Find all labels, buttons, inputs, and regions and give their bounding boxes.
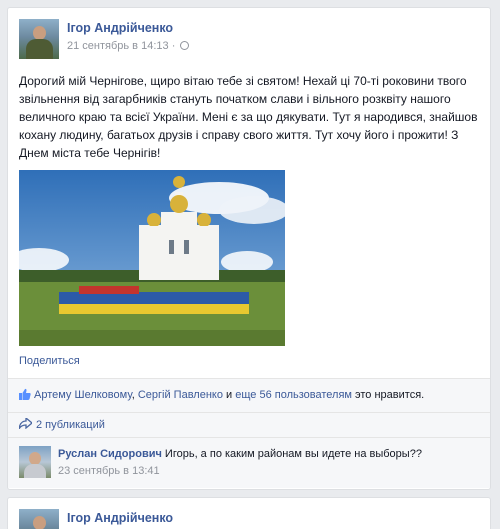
avatar-body xyxy=(26,39,53,59)
comment-item: Руслан Сидорович Игорь, а по каким район… xyxy=(8,438,490,488)
avatar-head xyxy=(33,26,46,40)
author-avatar[interactable] xyxy=(19,509,59,529)
commenter-avatar[interactable] xyxy=(19,446,51,478)
likes-suffix: это нравится. xyxy=(351,389,425,401)
shares-count: 2 публикаций xyxy=(36,419,105,431)
shares-link[interactable]: 2 публикаций xyxy=(19,418,105,431)
like-person-link[interactable]: Сергій Павленко xyxy=(138,389,223,401)
likes-summary: Артему Шелковому, Сергій Павленко и еще … xyxy=(19,388,424,401)
post-timestamp[interactable]: 21 сентябрь в 14:13 xyxy=(67,40,169,52)
author-name[interactable]: Ігор Андрійченко xyxy=(67,21,173,35)
likes-bar: Артему Шелковому, Сергій Павленко и еще … xyxy=(8,379,490,412)
post-card: Ігор Андрійченко 21 сентябрь в 14:13 · Д… xyxy=(7,7,491,490)
avatar-head xyxy=(33,516,46,529)
post-card: Ігор Андрійченко xyxy=(7,497,491,529)
thumbs-up-icon xyxy=(19,388,31,400)
like-person-link[interactable]: Артему Шелковому xyxy=(34,389,132,401)
comment-text: Игорь, а по каким районам вы идете на вы… xyxy=(161,448,422,460)
share-button[interactable]: Поделиться xyxy=(19,355,80,367)
post-photo[interactable] xyxy=(19,170,285,346)
post-text: Дорогий мій Чернігове, щиро вітаю тебе з… xyxy=(19,74,478,160)
author-name[interactable]: Ігор Андрійченко xyxy=(67,511,173,525)
globe-icon[interactable] xyxy=(180,41,190,50)
author-avatar[interactable] xyxy=(19,19,59,59)
comment-line: Руслан Сидорович Игорь, а по каким район… xyxy=(58,448,422,460)
likes-others-link[interactable]: еще 56 пользователям xyxy=(235,389,352,401)
cathedral-photo xyxy=(19,170,285,346)
share-arrow-icon xyxy=(19,418,32,429)
post-meta: 21 сентябрь в 14:13 · xyxy=(67,40,190,52)
comment-timestamp[interactable]: 23 сентябрь в 13:41 xyxy=(58,465,160,477)
shares-bar: 2 публикаций xyxy=(8,413,490,437)
avatar-body xyxy=(24,464,46,478)
meta-separator: · xyxy=(171,40,176,52)
likes-connector: и xyxy=(222,389,236,401)
commenter-name[interactable]: Руслан Сидорович xyxy=(58,448,162,460)
